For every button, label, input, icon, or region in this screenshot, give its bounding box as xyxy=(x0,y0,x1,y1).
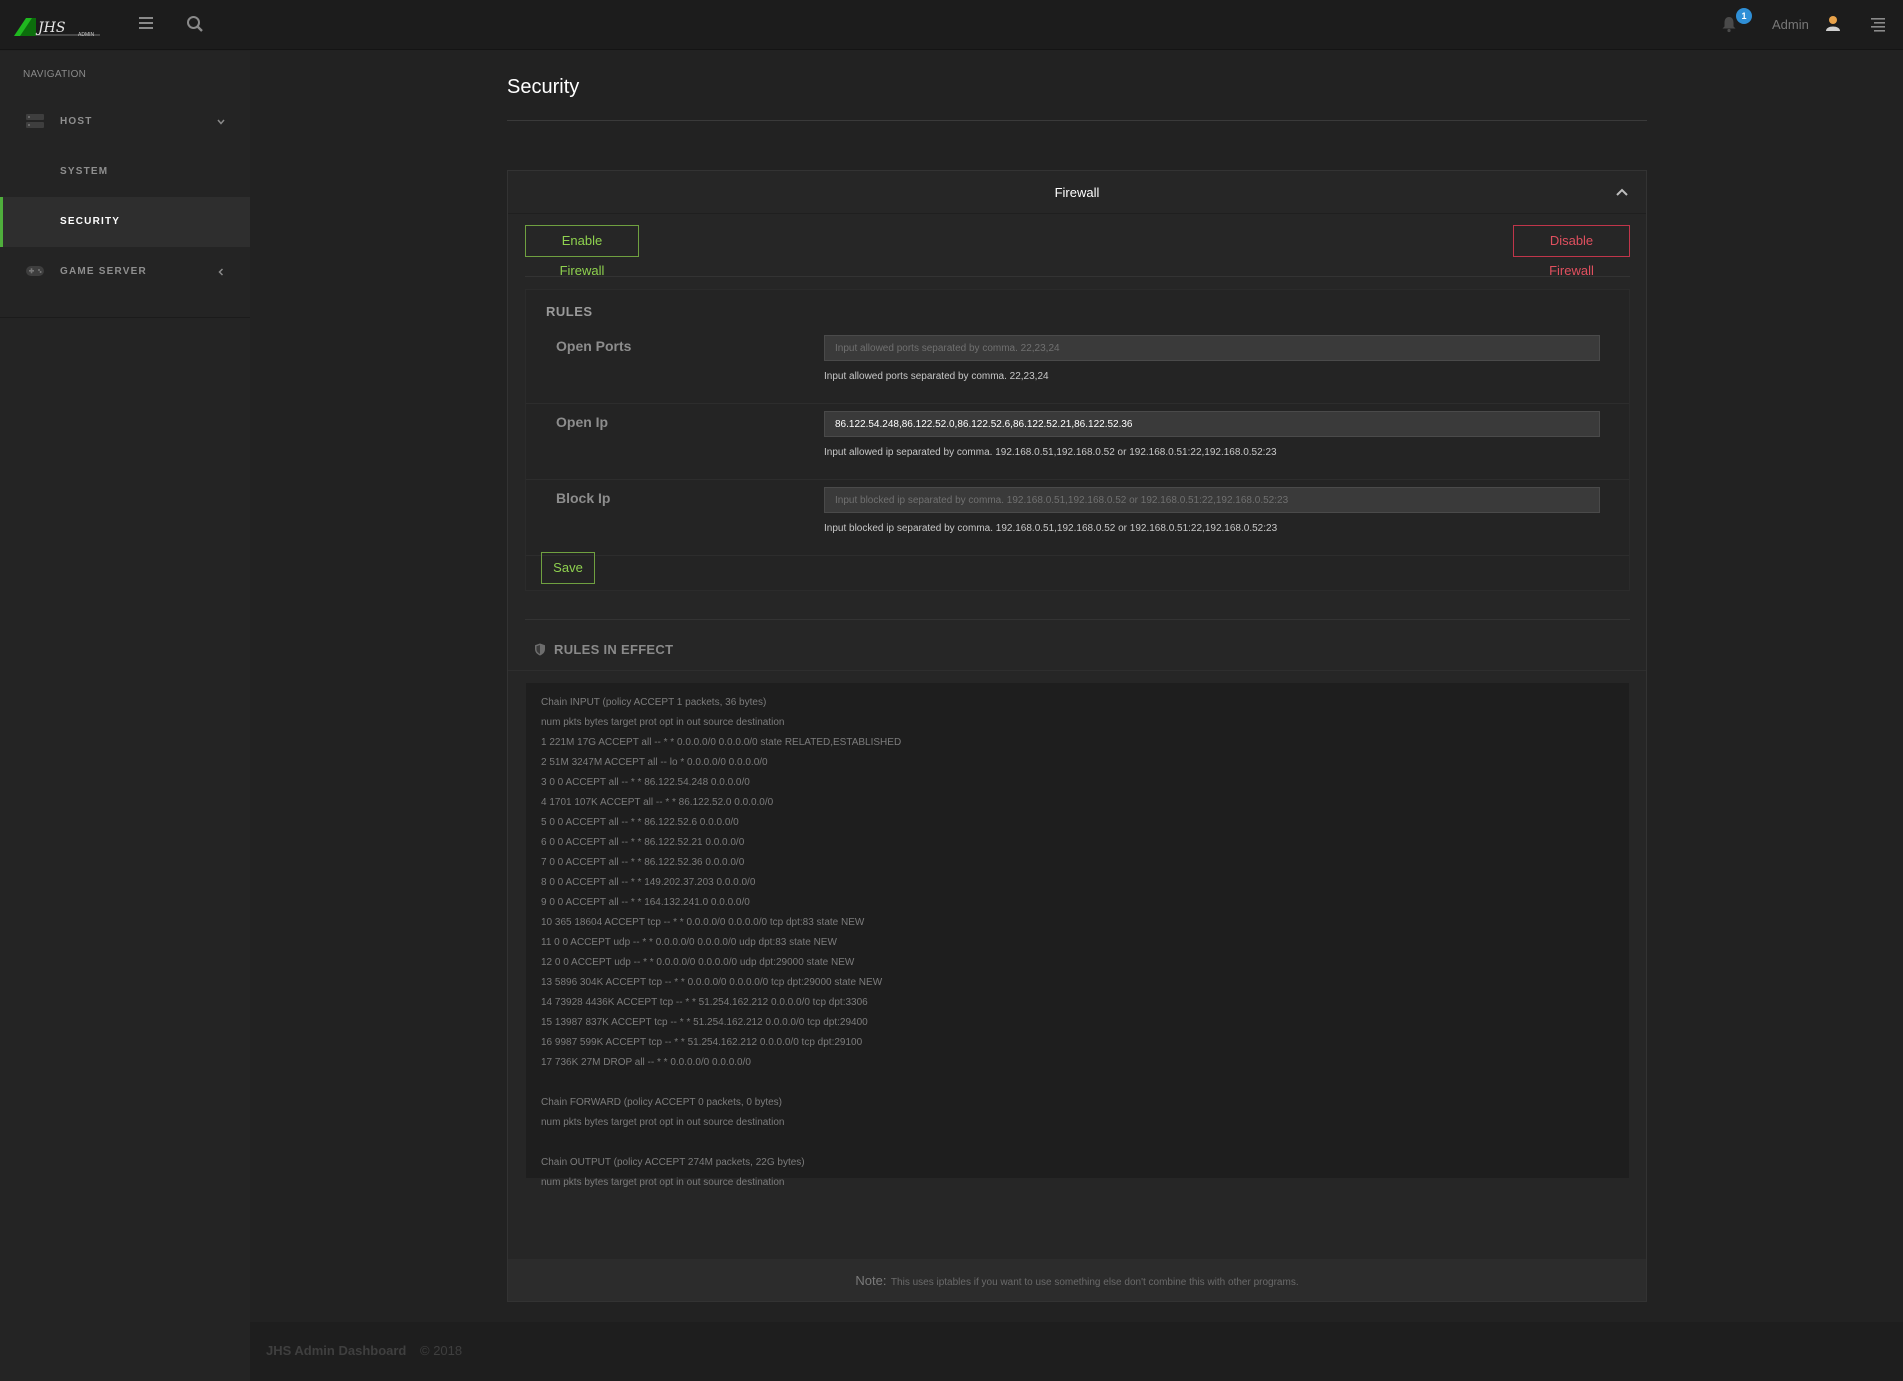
iptables-line: 8 0 0 ACCEPT all -- * * 149.202.37.203 0… xyxy=(541,877,756,888)
rules-heading: RULES xyxy=(546,304,593,319)
iptables-line: 16 9987 599K ACCEPT tcp -- * * 51.254.16… xyxy=(541,1037,863,1048)
chevron-down-icon xyxy=(217,119,225,125)
sidebar-item-system[interactable]: SYSTEM xyxy=(0,147,250,197)
jhs-logo[interactable]: JHS ADMIN xyxy=(14,16,104,38)
block-ip-input[interactable] xyxy=(824,487,1600,513)
gamepad-icon xyxy=(26,266,44,276)
admin-name[interactable]: Admin xyxy=(1772,17,1809,32)
card-footer: Note: This uses iptables if you want to … xyxy=(508,1259,1646,1301)
iptables-line: 6 0 0 ACCEPT all -- * * 86.122.52.21 0.0… xyxy=(541,837,745,848)
block-ip-row: Block Ip Input blocked ip separated by c… xyxy=(526,480,1629,556)
open-ip-row: Open Ip Input allowed ip separated by co… xyxy=(526,404,1629,480)
save-button[interactable]: Save xyxy=(541,552,595,584)
user-avatar-icon[interactable] xyxy=(1824,14,1842,32)
iptables-line: 11 0 0 ACCEPT udp -- * * 0.0.0.0/0 0.0.0… xyxy=(541,937,837,948)
sidebar-item-label: SECURITY xyxy=(60,216,121,227)
note-label: Note: xyxy=(855,1273,887,1288)
divider xyxy=(508,670,1646,671)
firewall-card-header: Firewall xyxy=(508,171,1646,214)
iptables-line: num pkts bytes target prot opt in out so… xyxy=(541,717,785,728)
iptables-line: 12 0 0 ACCEPT udp -- * * 0.0.0.0/0 0.0.0… xyxy=(541,957,855,968)
iptables-line: 7 0 0 ACCEPT all -- * * 86.122.52.36 0.0… xyxy=(541,857,745,868)
rules-form: RULES Open Ports Input allowed ports sep… xyxy=(525,289,1630,591)
top-bar: JHS ADMIN 1 Admin xyxy=(0,0,1903,50)
firewall-card: Firewall Enable Firewall Disable Firewal… xyxy=(507,170,1647,1302)
right-panel-menu-icon[interactable] xyxy=(1870,16,1886,32)
iptables-line: Chain FORWARD (policy ACCEPT 0 packets, … xyxy=(541,1097,783,1108)
footer-brand: JHS Admin Dashboard xyxy=(266,1343,407,1358)
iptables-line: 2 51M 3247M ACCEPT all -- lo * 0.0.0.0/0… xyxy=(541,757,768,768)
open-ports-label: Open Ports xyxy=(556,338,632,354)
open-ip-input[interactable] xyxy=(824,411,1600,437)
sidebar-item-host[interactable]: HOST xyxy=(0,97,250,147)
sidebar-item-game-server[interactable]: GAME SERVER xyxy=(0,247,250,297)
iptables-line: num pkts bytes target prot opt in out so… xyxy=(541,1117,785,1128)
iptables-line: 3 0 0 ACCEPT all -- * * 86.122.54.248 0.… xyxy=(541,777,750,788)
divider xyxy=(525,619,1630,620)
disable-firewall-button[interactable]: Disable Firewall xyxy=(1513,225,1630,278)
open-ports-row: Open Ports Input allowed ports separated… xyxy=(526,328,1629,404)
iptables-line: 5 0 0 ACCEPT all -- * * 86.122.52.6 0.0.… xyxy=(541,817,739,828)
block-ip-help: Input blocked ip separated by comma. 192… xyxy=(824,523,1278,534)
sidebar-divider xyxy=(0,317,250,318)
rules-in-effect-label: RULES IN EFFECT xyxy=(554,642,674,657)
firewall-title: Firewall xyxy=(1054,185,1100,200)
sidebar: NAVIGATION HOST SYSTEM SECURITY GAME SER… xyxy=(0,51,250,1381)
iptables-line: 9 0 0 ACCEPT all -- * * 164.132.241.0 0.… xyxy=(541,897,750,908)
sidebar-item-label: SYSTEM xyxy=(60,166,109,177)
page-footer: JHS Admin Dashboard © 2018 xyxy=(250,1322,1903,1381)
iptables-line: num pkts bytes target prot opt in out so… xyxy=(541,1177,785,1188)
title-divider xyxy=(507,120,1647,121)
iptables-line: 13 5896 304K ACCEPT tcp -- * * 0.0.0.0/0… xyxy=(541,977,883,988)
chevron-up-icon[interactable] xyxy=(1615,186,1629,198)
enable-firewall-button[interactable]: Enable Firewall xyxy=(525,225,639,278)
chevron-left-icon xyxy=(218,268,224,276)
open-ip-label: Open Ip xyxy=(556,414,609,430)
iptables-line: 10 365 18604 ACCEPT tcp -- * * 0.0.0.0/0… xyxy=(541,917,865,928)
block-ip-label: Block Ip xyxy=(556,490,611,506)
navigation-title: NAVIGATION xyxy=(23,69,87,80)
iptables-output: Chain INPUT (policy ACCEPT 1 packets, 36… xyxy=(525,682,1630,1188)
iptables-line: 4 1701 107K ACCEPT all -- * * 86.122.52.… xyxy=(541,797,774,808)
note-text: This uses iptables if you want to use so… xyxy=(890,1277,1299,1288)
sidebar-item-label: GAME SERVER xyxy=(60,266,147,277)
menu-icon[interactable] xyxy=(138,15,154,31)
divider xyxy=(525,276,1630,277)
iptables-line: Chain OUTPUT (policy ACCEPT 274M packets… xyxy=(541,1157,805,1168)
open-ports-input[interactable] xyxy=(824,335,1600,361)
svg-text:JHS: JHS xyxy=(35,20,65,36)
rules-in-effect-heading: RULES IN EFFECT xyxy=(534,642,673,657)
iptables-line: 15 13987 837K ACCEPT tcp -- * * 51.254.1… xyxy=(541,1017,868,1028)
iptables-line: Chain INPUT (policy ACCEPT 1 packets, 36… xyxy=(541,697,767,708)
open-ports-help: Input allowed ports separated by comma. … xyxy=(824,371,1049,382)
notification-badge: 1 xyxy=(1736,8,1752,24)
iptables-line: 14 73928 4436K ACCEPT tcp -- * * 51.254.… xyxy=(541,997,868,1008)
iptables-line: 17 736K 27M DROP all -- * * 0.0.0.0/0 0.… xyxy=(541,1057,751,1068)
page-title: Security xyxy=(507,76,580,98)
sidebar-item-label: HOST xyxy=(60,116,93,127)
iptables-line: 1 221M 17G ACCEPT all -- * * 0.0.0.0/0 0… xyxy=(541,737,902,748)
sidebar-item-security[interactable]: SECURITY xyxy=(0,197,250,247)
open-ip-help: Input allowed ip separated by comma. 192… xyxy=(824,447,1277,458)
server-icon xyxy=(26,114,44,128)
search-icon[interactable] xyxy=(186,15,204,33)
footer-year: © 2018 xyxy=(420,1343,463,1358)
